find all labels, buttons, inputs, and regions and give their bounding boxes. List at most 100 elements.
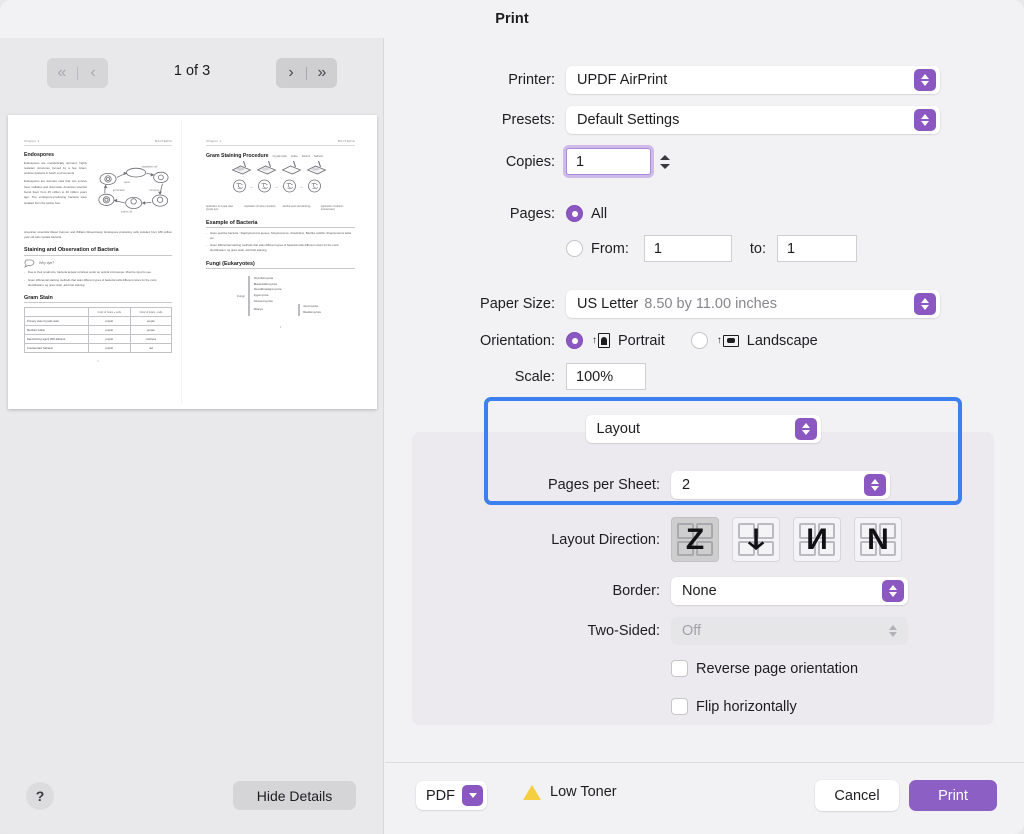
layout-direction-group: Z ↆ И N	[671, 517, 902, 562]
doc-bullet: Due to their small size, bacteria appear…	[24, 270, 172, 275]
scale-row: Scale: 100%	[385, 363, 646, 390]
svg-text:→: →	[299, 184, 304, 190]
copies-input[interactable]: 1	[566, 148, 651, 175]
table-cell: Mordant Iodine	[25, 326, 89, 335]
preview-pane: « ‹ › » 1 of 3 Chapter 1 BACTERIA Endosp	[0, 38, 384, 834]
doc-header-right: BACTERIA	[155, 139, 172, 143]
gram-staining-procedure-figure: → → →	[206, 159, 355, 204]
reverse-page-orientation-checkbox[interactable]	[671, 660, 688, 677]
table-header-row: Color of Gram + cells Color of Gram - ce…	[25, 308, 172, 317]
paper-size-select[interactable]: US Letter 8.50 by 11.00 inches	[566, 290, 940, 318]
two-sided-row: Two-Sided: Off	[412, 617, 908, 645]
scale-value: 100%	[576, 369, 613, 385]
pages-all-radio[interactable]: All	[566, 205, 607, 222]
endospore-cycle-diagram: vegetative cell spore germination mother…	[92, 158, 172, 227]
chevron-updown-icon[interactable]	[882, 580, 904, 602]
pages-range-row: From: 1 to: 1	[385, 235, 857, 262]
svg-text:forespore: forespore	[150, 190, 160, 192]
preview-page-2: Chapter 1 BACTERIA Gram Staining Procedu…	[197, 121, 364, 403]
flip-horizontally-row[interactable]: Flip horizontally	[412, 698, 797, 715]
legend-item: Safranin	[314, 155, 323, 158]
toner-label: Low Toner	[550, 784, 617, 800]
pages-to-label: to:	[750, 241, 766, 257]
layout-direction-option-2[interactable]: ↆ	[732, 517, 780, 562]
tree-subitem: Basidiomycota	[303, 310, 355, 316]
pages-per-sheet-value: 2	[682, 477, 690, 493]
help-button[interactable]: ?	[26, 782, 54, 810]
print-module-select[interactable]: Layout	[586, 415, 821, 443]
flip-horizontally-checkbox[interactable]	[671, 698, 688, 715]
layout-direction-option-1[interactable]: Z	[671, 517, 719, 562]
table-row: Mordant Iodine purple purple	[25, 326, 172, 335]
table-cell: Decolorizing agent 95% Ethanol	[25, 335, 89, 344]
copies-stepper[interactable]	[658, 149, 672, 175]
radio-indicator[interactable]	[691, 332, 708, 349]
doc-section-heading: Example of Bacteria	[206, 220, 355, 229]
table-cell: Counterstain Safranin	[25, 344, 89, 353]
chevron-updown-icon	[882, 620, 904, 642]
radio-indicator[interactable]	[566, 332, 583, 349]
layout-direction-label: Layout Direction:	[412, 532, 660, 548]
border-value: None	[682, 583, 717, 599]
preview-page-1: Chapter 1 BACTERIA Endospores Endospores…	[15, 121, 182, 403]
radio-indicator[interactable]	[566, 205, 583, 222]
table-cell: purple	[88, 326, 130, 335]
doc-page-number: 1	[24, 360, 172, 363]
pages-from-input[interactable]: 1	[644, 235, 732, 262]
svg-text:vegetative cell: vegetative cell	[142, 165, 158, 168]
layout-direction-option-4[interactable]: N	[854, 517, 902, 562]
pages-per-sheet-select[interactable]: 2	[671, 471, 890, 499]
pages-all-label: All	[591, 206, 607, 222]
border-select[interactable]: None	[671, 577, 908, 605]
fungi-tree-diagram: Fungi Chytridiomycota Blastocladiomycota…	[206, 273, 355, 319]
pages-per-sheet-label: Pages per Sheet:	[412, 477, 660, 493]
radio-indicator[interactable]	[566, 240, 583, 257]
chevron-updown-icon[interactable]	[914, 293, 936, 315]
presets-select[interactable]: Default Settings	[566, 106, 940, 134]
hide-details-button[interactable]: Hide Details	[233, 781, 356, 810]
paper-size-label: Paper Size:	[385, 296, 555, 312]
dialog-footer: PDF Low Toner Cancel Print	[385, 762, 1024, 834]
copies-value: 1	[576, 154, 584, 170]
doc-paragraph: Endospores are dormant cells that can su…	[24, 179, 87, 206]
bubble-icon	[24, 259, 36, 268]
paper-size-value: US Letter	[577, 296, 638, 312]
table-row: Primary stain Crystal violet purple purp…	[25, 317, 172, 326]
pages-label: Pages:	[385, 206, 555, 222]
legend-item: Alcohol	[302, 155, 310, 158]
print-preview-sheet[interactable]: Chapter 1 BACTERIA Endospores Endospores…	[8, 115, 377, 409]
chevron-down-icon[interactable]	[462, 785, 483, 806]
pages-range-radio[interactable]: From:	[566, 240, 629, 257]
orientation-portrait-radio[interactable]: ↑ Portrait	[566, 332, 665, 349]
chevron-updown-icon[interactable]	[795, 418, 817, 440]
procedure-caption: Application of iodine (mordant)	[244, 206, 278, 213]
toner-status: Low Toner	[523, 784, 617, 800]
portrait-icon: ↑	[592, 333, 610, 348]
orientation-landscape-radio[interactable]: ↑ Landscape	[691, 332, 818, 349]
table-cell: colorless	[130, 335, 171, 344]
flip-horizontally-label: Flip horizontally	[696, 699, 797, 715]
pages-from-value: 1	[654, 241, 662, 257]
print-button[interactable]: Print	[909, 780, 997, 811]
doc-header-right: BACTERIA	[338, 139, 355, 143]
chevron-updown-icon[interactable]	[864, 474, 886, 496]
reverse-page-orientation-row[interactable]: Reverse page orientation	[412, 660, 858, 677]
layout-options-panel: Layout Pages per Sheet: 2 Layout Directi…	[412, 432, 994, 725]
chevron-updown-icon[interactable]	[914, 69, 936, 91]
scale-input[interactable]: 100%	[566, 363, 646, 390]
table-header-cell: Color of Gram - cells	[130, 308, 171, 317]
pdf-menu-button[interactable]: PDF	[416, 781, 487, 810]
two-sided-label: Two-Sided:	[412, 623, 660, 639]
chevron-updown-icon[interactable]	[914, 109, 936, 131]
printer-select[interactable]: UPDF AirPrint	[566, 66, 940, 94]
pages-to-input[interactable]: 1	[777, 235, 857, 262]
border-row: Border: None	[412, 577, 908, 605]
svg-text:→: →	[249, 184, 254, 190]
orientation-label: Orientation:	[385, 333, 555, 349]
pdf-label: PDF	[426, 788, 455, 804]
svg-text:→: →	[274, 184, 279, 190]
table-cell: purple	[130, 326, 171, 335]
layout-direction-option-3[interactable]: И	[793, 517, 841, 562]
gram-stain-table: Color of Gram + cells Color of Gram - ce…	[24, 307, 172, 353]
cancel-button[interactable]: Cancel	[815, 780, 899, 811]
